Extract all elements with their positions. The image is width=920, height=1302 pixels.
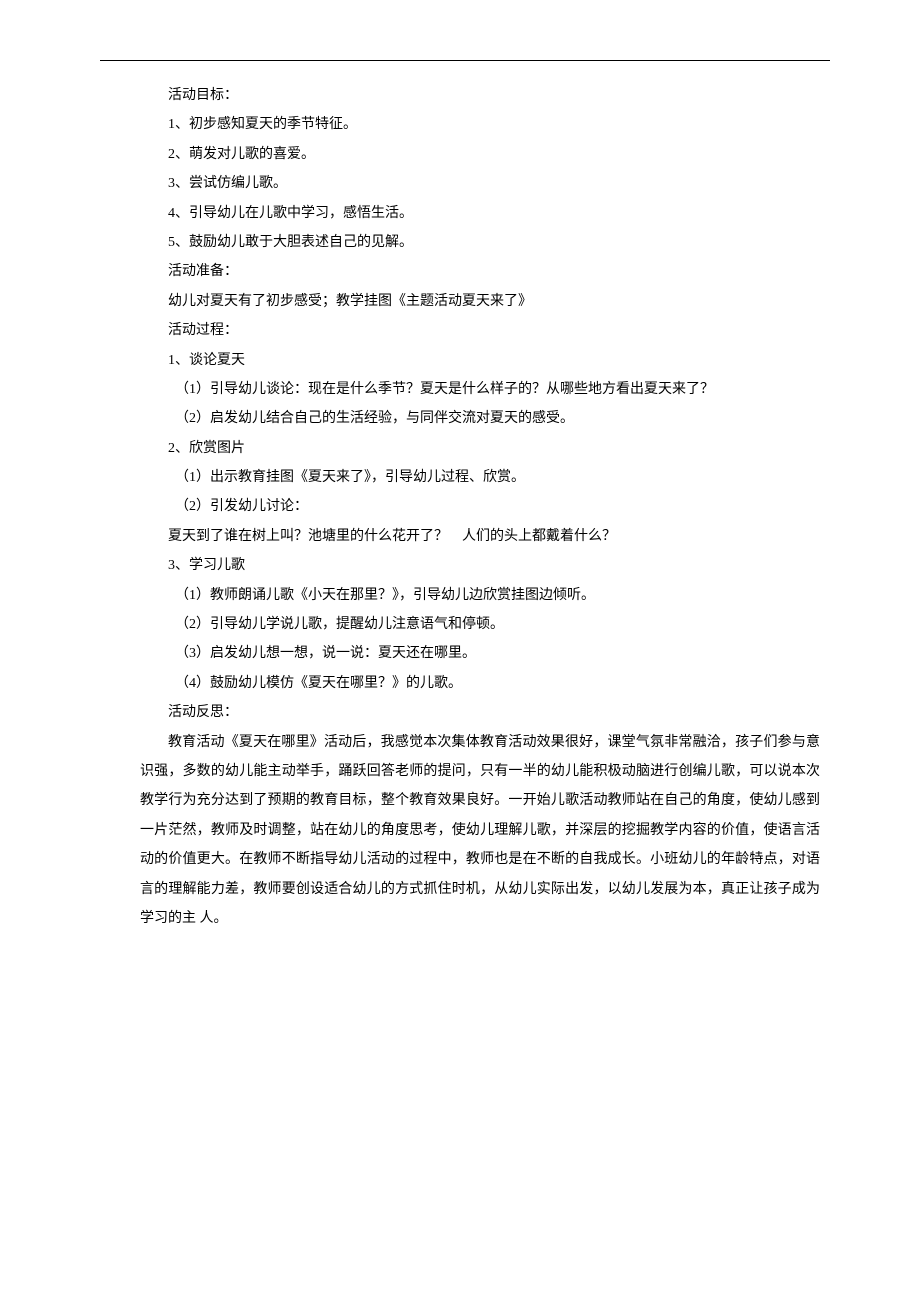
process-question: 夏天到了谁在树上叫？池塘里的什么花开了？ 人们的头上都戴着什么？ [140, 522, 820, 551]
goal-item: 2、萌发对儿歌的喜爱。 [140, 140, 820, 169]
goal-item: 4、引导幼儿在儿歌中学习，感悟生活。 [140, 199, 820, 228]
section-process-title: 活动过程： [140, 316, 820, 345]
process-sub-item: （3）启发幼儿想一想，说一说：夏天还在哪里。 [140, 639, 820, 668]
prep-text: 幼儿对夏天有了初步感受；教学挂图《主题活动夏天来了》 [140, 287, 820, 316]
process-sub-item: （4）鼓励幼儿模仿《夏天在哪里？》的儿歌。 [140, 669, 820, 698]
goal-item: 3、尝试仿编儿歌。 [140, 169, 820, 198]
process-sub-item: （2）引导幼儿学说儿歌，提醒幼儿注意语气和停顿。 [140, 610, 820, 639]
process-1-title: 1、谈论夏天 [140, 346, 820, 375]
process-3-title: 3、学习儿歌 [140, 551, 820, 580]
section-goals-title: 活动目标： [140, 81, 820, 110]
header-divider [100, 60, 830, 61]
section-prep-title: 活动准备： [140, 257, 820, 286]
process-2-title: 2、欣赏图片 [140, 434, 820, 463]
goal-item: 1、初步感知夏天的季节特征。 [140, 110, 820, 139]
section-reflect-title: 活动反思： [140, 698, 820, 727]
reflect-paragraph: 教育活动《夏天在哪里》活动后，我感觉本次集体教育活动效果很好，课堂气氛非常融洽，… [140, 728, 820, 934]
process-sub-item: （1）教师朗诵儿歌《小天在那里？》，引导幼儿边欣赏挂图边倾听。 [140, 581, 820, 610]
process-sub-item: （2）引发幼儿讨论： [140, 492, 820, 521]
process-sub-item: （1）出示教育挂图《夏天来了》，引导幼儿过程、欣赏。 [140, 463, 820, 492]
process-sub-item: （2）启发幼儿结合自己的生活经验，与同伴交流对夏天的感受。 [140, 404, 820, 433]
goal-item: 5、鼓励幼儿敢于大胆表述自己的见解。 [140, 228, 820, 257]
process-sub-item: （1）引导幼儿谈论：现在是什么季节？夏天是什么样子的？从哪些地方看出夏天来了？ [140, 375, 820, 404]
